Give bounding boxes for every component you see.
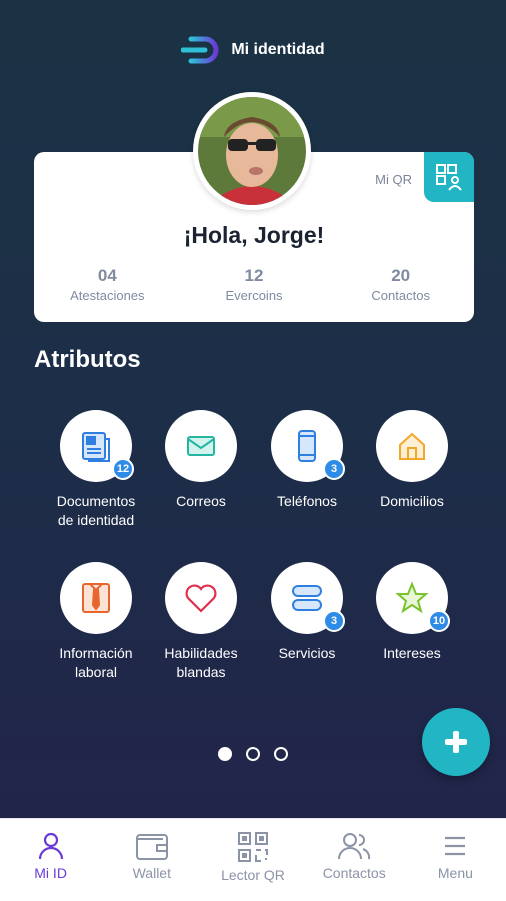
nav-item-wallet[interactable]: Wallet (101, 819, 202, 901)
attribute-emails[interactable]: Correos (146, 410, 256, 511)
page-title: Mi identidad (231, 41, 325, 58)
page-dot-2[interactable] (246, 747, 260, 761)
qr-user-icon (436, 164, 462, 191)
attribute-label: Habilidades blandas (164, 645, 238, 680)
contacts-icon (338, 833, 371, 860)
attribute-label: Información laboral (59, 645, 133, 680)
menu-icon (445, 836, 466, 856)
stat-label: Evercoins (225, 288, 283, 303)
nav-label: Lector QR (221, 867, 285, 883)
mail-icon (187, 436, 215, 456)
nav-item-contacts[interactable]: Contactos (304, 819, 405, 901)
nav-label: Menu (437, 865, 473, 881)
attribute-circle (165, 562, 237, 634)
stat-attestations[interactable]: 04 Atestaciones (34, 266, 181, 303)
section-title: Atributos (34, 346, 141, 373)
my-qr-button[interactable] (424, 152, 474, 202)
heart-icon (185, 584, 217, 613)
stat-contacts[interactable]: 20 Contactos (327, 266, 474, 303)
attribute-circle: 10 (376, 562, 450, 634)
stat-value: 20 (391, 266, 411, 285)
attribute-label: Domicilios (380, 493, 444, 509)
stats-row: 04 Atestaciones 12 Evercoins 20 Contacto… (34, 266, 474, 303)
app-header: Mi identidad (0, 30, 506, 70)
attribute-circle (60, 562, 132, 634)
attribute-label: Correos (176, 493, 226, 509)
plus-icon (445, 731, 467, 753)
shirt-tie-icon (82, 583, 110, 613)
stat-value: 12 (244, 266, 264, 285)
count-badge: 3 (323, 458, 345, 480)
nav-label: Mi ID (34, 865, 67, 881)
page-dot-1[interactable] (218, 747, 232, 761)
user-icon (38, 832, 63, 860)
attribute-circle (376, 410, 448, 482)
star-icon (395, 581, 429, 614)
attribute-label: Servicios (278, 645, 336, 661)
attribute-circle: 12 (60, 410, 134, 482)
attribute-soft-skills[interactable]: Habilidades blandas (146, 562, 256, 682)
nav-item-qr-reader[interactable]: Lector QR (202, 819, 303, 901)
home-icon (399, 432, 425, 460)
nav-label: Contactos (322, 865, 386, 881)
logo-icon (180, 36, 219, 64)
phone-icon (298, 430, 316, 462)
attribute-label: Intereses (383, 645, 441, 661)
attribute-circle: 3 (271, 410, 345, 482)
count-badge: 10 (428, 610, 450, 632)
nav-item-menu[interactable]: Menu (405, 819, 506, 901)
attribute-work-info[interactable]: Información laboral (41, 562, 151, 682)
qr-icon (238, 832, 268, 862)
attribute-phones[interactable]: 3 Teléfonos (252, 410, 362, 511)
stat-label: Atestaciones (70, 288, 145, 303)
bottom-nav: Mi ID Wallet Lector QR Contactos Menu (0, 818, 506, 901)
stat-label: Contactos (371, 288, 430, 303)
nav-item-my-id[interactable]: Mi ID (0, 819, 101, 901)
attribute-label: Documentos de identidad (56, 493, 136, 528)
attribute-circle (165, 410, 237, 482)
stat-evercoins[interactable]: 12 Evercoins (181, 266, 328, 303)
attribute-label: Teléfonos (277, 493, 337, 509)
page-dot-3[interactable] (274, 747, 288, 761)
attribute-addresses[interactable]: Domicilios (357, 410, 467, 511)
attribute-circle: 3 (271, 562, 345, 634)
attribute-services[interactable]: 3 Servicios (252, 562, 362, 663)
count-badge: 12 (112, 458, 134, 480)
document-icon (82, 432, 110, 462)
greeting: ¡Hola, Jorge! (183, 222, 325, 248)
add-button[interactable] (422, 708, 490, 776)
my-qr-label[interactable]: Mi QR (375, 172, 412, 187)
attribute-documents[interactable]: 12 Documentos de identidad (41, 410, 151, 530)
wallet-icon (135, 834, 168, 860)
avatar[interactable] (193, 92, 311, 210)
server-icon (292, 585, 322, 611)
count-badge: 3 (323, 610, 345, 632)
stat-value: 04 (97, 266, 117, 285)
nav-label: Wallet (132, 865, 171, 881)
profile-photo (198, 97, 306, 205)
attribute-interests[interactable]: 10 Intereses (357, 562, 467, 663)
